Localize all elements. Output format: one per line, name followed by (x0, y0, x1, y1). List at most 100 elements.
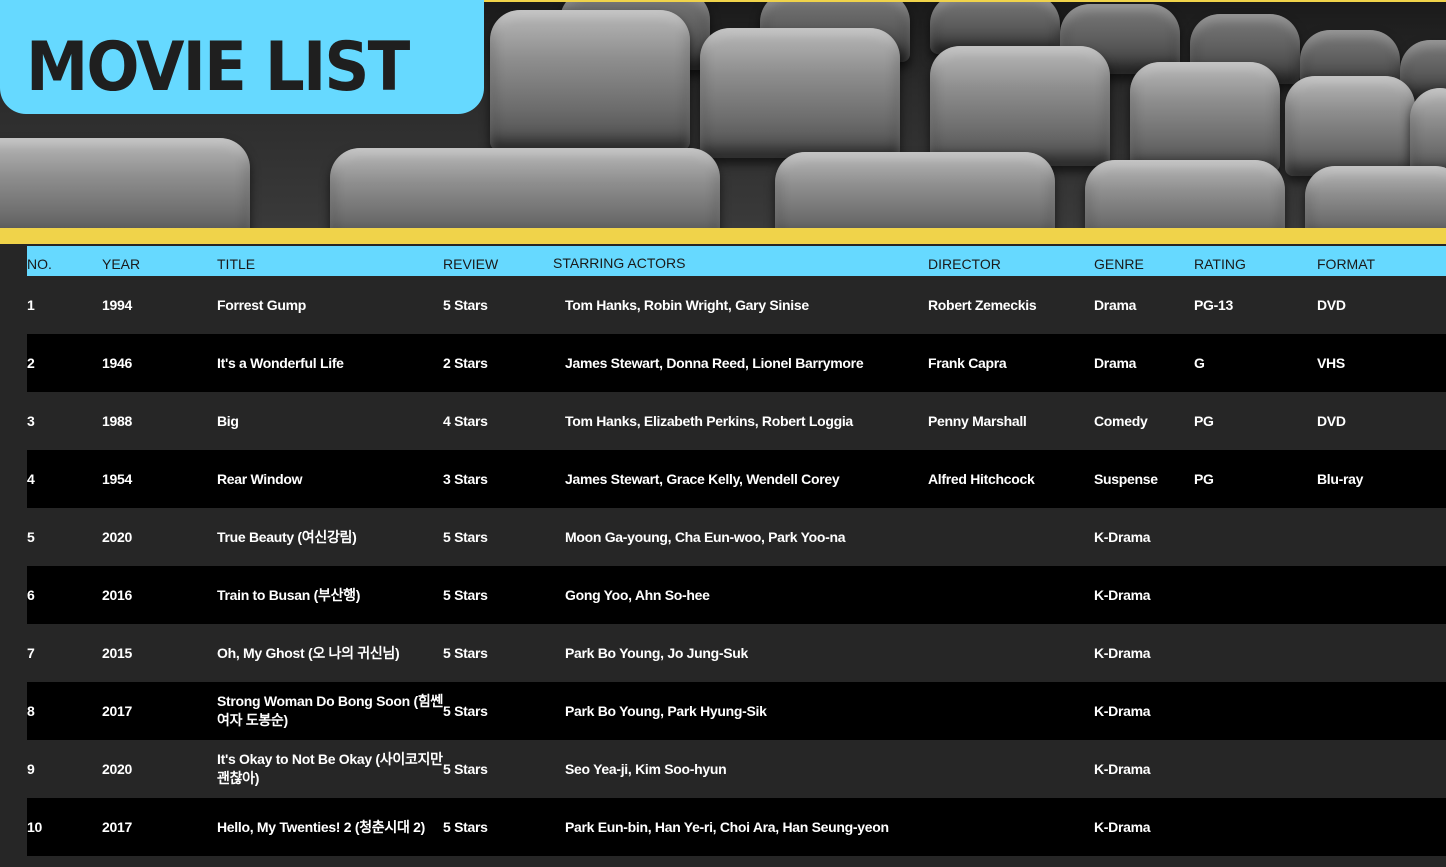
seat-shape (700, 28, 900, 158)
cell-genre: K-Drama (1094, 819, 1151, 835)
cell-director: Robert Zemeckis (928, 297, 1037, 313)
table-row[interactable]: 10 2017 Hello, My Twenties! 2 (청춘시대 2) 5… (27, 798, 1446, 856)
seat-shape (1085, 160, 1285, 228)
cell-rating: G (1194, 355, 1205, 371)
cell-title: Rear Window (217, 471, 303, 487)
cell-format: DVD (1317, 297, 1346, 313)
table-row[interactable]: 3 1988 Big 4 Stars Tom Hanks, Elizabeth … (27, 392, 1446, 450)
cell-format: VHS (1317, 355, 1345, 371)
cell-review: 5 Stars (443, 645, 488, 661)
cell-genre: K-Drama (1094, 645, 1151, 661)
cell-genre: Suspense (1094, 471, 1158, 487)
cell-genre: K-Drama (1094, 761, 1151, 777)
cell-title: Strong Woman Do Bong Soon (힘쎈 여자 도봉순) (217, 693, 443, 728)
seat-shape (775, 152, 1055, 228)
cell-no: 9 (27, 761, 35, 777)
cell-genre: K-Drama (1094, 703, 1151, 719)
column-header-no[interactable]: NO. (27, 256, 52, 272)
cell-year: 2017 (102, 819, 132, 835)
title-banner: MOVIE LIST (0, 0, 484, 114)
column-header-director[interactable]: DIRECTOR (928, 256, 1001, 272)
cell-actors: Tom Hanks, Elizabeth Perkins, Robert Log… (565, 413, 853, 429)
cell-actors: Park Bo Young, Park Hyung-Sik (565, 703, 767, 719)
cell-review: 4 Stars (443, 413, 488, 429)
cell-genre: K-Drama (1094, 587, 1151, 603)
seat-shape (1285, 76, 1415, 176)
cell-director: Alfred Hitchcock (928, 471, 1035, 487)
table-row[interactable]: 2 1946 It's a Wonderful Life 2 Stars Jam… (27, 334, 1446, 392)
table-row[interactable]: 8 2017 Strong Woman Do Bong Soon (힘쎈 여자 … (27, 682, 1446, 740)
table-row[interactable]: 9 2020 It's Okay to Not Be Okay (사이코지만 괜… (27, 740, 1446, 798)
table-row[interactable]: 7 2015 Oh, My Ghost (오 나의 귀신님) 5 Stars P… (27, 624, 1446, 682)
cell-director: Penny Marshall (928, 413, 1027, 429)
column-header-title[interactable]: TITLE (217, 256, 255, 272)
cell-no: 8 (27, 703, 35, 719)
cell-format: Blu-ray (1317, 471, 1364, 487)
seat-shape (330, 148, 720, 228)
movie-table: NO. YEAR TITLE REVIEW STARRING ACTORS DI… (27, 246, 1446, 856)
column-header-actors[interactable]: STARRING ACTORS (553, 255, 686, 271)
cell-year: 1954 (102, 471, 132, 487)
column-header-genre[interactable]: GENRE (1094, 256, 1144, 272)
cell-actors: Park Eun-bin, Han Ye-ri, Choi Ara, Han S… (565, 819, 889, 835)
cell-actors: Seo Yea-ji, Kim Soo-hyun (565, 761, 727, 777)
cell-genre: Drama (1094, 297, 1137, 313)
cell-year: 2020 (102, 529, 132, 545)
seat-shape (930, 46, 1110, 166)
cell-year: 1946 (102, 355, 132, 371)
table-row[interactable]: 5 2020 True Beauty (여신강림) 5 Stars Moon G… (27, 508, 1446, 566)
cell-year: 2017 (102, 703, 132, 719)
seat-shape (1130, 62, 1280, 172)
cell-rating: PG (1194, 413, 1214, 429)
cell-no: 5 (27, 529, 35, 545)
cell-review: 5 Stars (443, 761, 488, 777)
cell-genre: K-Drama (1094, 529, 1151, 545)
cell-year: 2016 (102, 587, 132, 603)
cell-review: 5 Stars (443, 587, 488, 603)
theater-seats-banner-image: MOVIE LIST (0, 0, 1446, 228)
movie-list-sheet: MOVIE LIST NO. YEAR TITLE REVIEW STARRIN… (0, 0, 1446, 867)
cell-title: Forrest Gump (217, 297, 306, 313)
cell-review: 3 Stars (443, 471, 488, 487)
accent-stripe (0, 228, 1446, 244)
cell-year: 2015 (102, 645, 132, 661)
column-header-year[interactable]: YEAR (102, 256, 140, 272)
cell-year: 1988 (102, 413, 132, 429)
cell-review: 5 Stars (443, 529, 488, 545)
cell-title: Big (217, 413, 239, 429)
seat-shape (1410, 88, 1446, 178)
cell-title: It's Okay to Not Be Okay (사이코지만 괜찮아) (217, 751, 443, 786)
seat-shape (0, 138, 250, 228)
cell-genre: Comedy (1094, 413, 1148, 429)
cell-rating: PG-13 (1194, 297, 1233, 313)
cell-director: Frank Capra (928, 355, 1007, 371)
cell-no: 4 (27, 471, 35, 487)
seat-shape (490, 10, 690, 150)
cell-title: Oh, My Ghost (오 나의 귀신님) (217, 645, 400, 661)
cell-no: 3 (27, 413, 35, 429)
cell-actors: James Stewart, Donna Reed, Lionel Barrym… (565, 355, 864, 371)
table-row[interactable]: 1 1994 Forrest Gump 5 Stars Tom Hanks, R… (27, 276, 1446, 334)
cell-no: 7 (27, 645, 35, 661)
cell-actors: Moon Ga-young, Cha Eun-woo, Park Yoo-na (565, 529, 846, 545)
cell-format: DVD (1317, 413, 1346, 429)
cell-no: 10 (27, 819, 42, 835)
cell-actors: Park Bo Young, Jo Jung-Suk (565, 645, 749, 661)
cell-review: 5 Stars (443, 819, 488, 835)
accent-stripe-top (484, 0, 1446, 2)
cell-review: 5 Stars (443, 703, 488, 719)
cell-no: 2 (27, 355, 35, 371)
column-header-review[interactable]: REVIEW (443, 256, 498, 272)
cell-review: 2 Stars (443, 355, 488, 371)
column-header-rating[interactable]: RATING (1194, 256, 1246, 272)
cell-actors: Gong Yoo, Ahn So-hee (565, 587, 710, 603)
column-header-format[interactable]: FORMAT (1317, 256, 1375, 272)
table-header-row: NO. YEAR TITLE REVIEW STARRING ACTORS DI… (27, 246, 1446, 276)
cell-review: 5 Stars (443, 297, 488, 313)
table-row[interactable]: 6 2016 Train to Busan (부산행) 5 Stars Gong… (27, 566, 1446, 624)
table-row[interactable]: 4 1954 Rear Window 3 Stars James Stewart… (27, 450, 1446, 508)
seat-shape (1305, 166, 1446, 228)
cell-title: True Beauty (여신강림) (217, 529, 357, 545)
cell-rating: PG (1194, 471, 1214, 487)
cell-title: Hello, My Twenties! 2 (청춘시대 2) (217, 819, 425, 835)
